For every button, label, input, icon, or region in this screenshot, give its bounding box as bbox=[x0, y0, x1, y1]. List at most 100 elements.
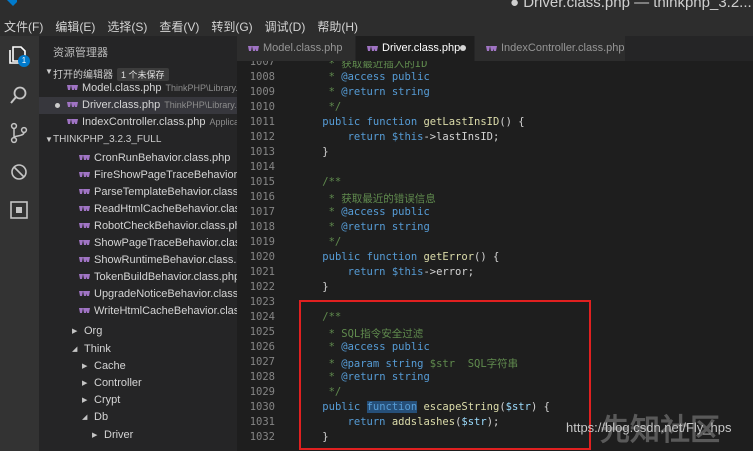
tree-file[interactable]: FireShowPageTraceBehavior.c... bbox=[39, 167, 237, 184]
line-code[interactable]: public function getError() { bbox=[297, 251, 499, 263]
menu-view[interactable]: 查看(V) bbox=[159, 18, 199, 35]
source-control-icon[interactable] bbox=[8, 122, 30, 144]
chevron-down-icon: ▼ bbox=[45, 135, 53, 144]
tree-folder-name: Org bbox=[84, 325, 103, 337]
line-code[interactable]: * @access public bbox=[297, 71, 430, 83]
code-line[interactable]: 1009 * @return string bbox=[237, 85, 753, 100]
extensions-icon[interactable] bbox=[8, 199, 30, 221]
php-file-icon bbox=[79, 240, 90, 245]
line-code[interactable]: return $this->lastInsID; bbox=[297, 131, 500, 143]
php-file-icon bbox=[79, 223, 90, 228]
line-number: 1012 bbox=[249, 131, 275, 143]
line-number: 1025 bbox=[249, 326, 275, 338]
line-code[interactable]: * @return string bbox=[297, 221, 430, 233]
line-code[interactable]: * @return string bbox=[297, 86, 430, 98]
open-editor-item[interactable]: IndexController.class.phpApplica... bbox=[39, 114, 237, 131]
line-number: 1031 bbox=[249, 416, 275, 428]
code-line[interactable]: 1016 * 获取最近的错误信息 bbox=[237, 190, 753, 205]
code-line[interactable]: 1008 * @access public bbox=[237, 70, 753, 85]
tree-folder-controller[interactable]: ▶ Controller bbox=[39, 375, 237, 392]
code-line[interactable]: 1015 /** bbox=[237, 175, 753, 190]
php-file-icon bbox=[67, 119, 78, 124]
tree-folder-name: Crypt bbox=[94, 394, 121, 406]
tree-folder-org[interactable]: ▶ Org bbox=[39, 323, 237, 340]
menu-edit[interactable]: 编辑(E) bbox=[55, 18, 95, 35]
debug-icon[interactable] bbox=[8, 161, 30, 183]
open-editor-item[interactable]: Driver.class.php ThinkPHP\Library... bbox=[39, 97, 237, 114]
open-editor-name: Driver.class.php bbox=[82, 99, 161, 111]
chevron-right-icon: ▶ bbox=[92, 432, 98, 439]
php-file-icon bbox=[79, 189, 90, 194]
tab-model[interactable]: Model.class.php bbox=[237, 36, 355, 61]
editor-tab-bar: Model.class.php Driver.class.php IndexCo… bbox=[237, 36, 753, 61]
line-code[interactable]: * 获取最近的错误信息 bbox=[297, 191, 436, 206]
line-number: 1027 bbox=[249, 356, 275, 368]
tree-file[interactable]: ParseTemplateBehavior.class.p... bbox=[39, 184, 237, 201]
tree-folder-name: Driver bbox=[104, 429, 134, 441]
code-line[interactable]: 1018 * @return string bbox=[237, 220, 753, 235]
code-line[interactable]: 1017 * @access public bbox=[237, 205, 753, 220]
php-file-icon bbox=[79, 274, 90, 279]
tree-folder-cache[interactable]: ▶ Cache bbox=[39, 358, 237, 375]
code-line[interactable]: 1010 */ bbox=[237, 100, 753, 115]
code-line[interactable]: 1020 public function getError() { bbox=[237, 250, 753, 265]
code-line[interactable]: 1014 bbox=[237, 160, 753, 175]
line-code[interactable]: * @access public bbox=[297, 206, 430, 218]
tree-folder-crypt[interactable]: ▶ Crypt bbox=[39, 392, 237, 409]
line-code[interactable]: */ bbox=[297, 236, 342, 248]
menu-file[interactable]: 文件(F) bbox=[4, 18, 43, 35]
code-line[interactable]: 1013 } bbox=[237, 145, 753, 160]
search-icon[interactable] bbox=[8, 84, 30, 106]
tab-indexcontroller[interactable]: IndexController.class.php bbox=[475, 36, 625, 61]
line-code[interactable]: } bbox=[297, 146, 328, 158]
project-label: THINKPHP_3.2.3_FULL bbox=[53, 134, 162, 145]
project-header[interactable]: ▼ THINKPHP_3.2.3_FULL bbox=[39, 132, 237, 148]
menu-help[interactable]: 帮助(H) bbox=[317, 18, 358, 35]
code-line[interactable]: 1012 return $this->lastInsID; bbox=[237, 130, 753, 145]
menu-selection[interactable]: 选择(S) bbox=[107, 18, 147, 35]
code-line[interactable]: 1007 * 获取最近插入的ID bbox=[237, 61, 753, 70]
menu-debug[interactable]: 调试(D) bbox=[265, 18, 306, 35]
open-editor-path: ThinkPHP\Library... bbox=[165, 83, 238, 93]
line-code[interactable]: public function getLastInsID() { bbox=[297, 116, 524, 128]
tree-file[interactable]: CronRunBehavior.class.php bbox=[39, 150, 237, 167]
tree-folder-driver[interactable]: ▶ Driver bbox=[39, 427, 237, 444]
php-file-icon bbox=[486, 46, 497, 51]
tab-driver[interactable]: Driver.class.php bbox=[356, 36, 474, 61]
line-number: 1026 bbox=[249, 341, 275, 353]
chevron-right-icon: ▶ bbox=[82, 363, 88, 370]
unsaved-dot-icon[interactable] bbox=[460, 45, 466, 51]
code-line[interactable]: 1019 */ bbox=[237, 235, 753, 250]
line-number: 1024 bbox=[249, 311, 275, 323]
tree-folder-db[interactable]: ◢ Db bbox=[39, 409, 237, 426]
tree-file[interactable]: UpgradeNoticeBehavior.class.... bbox=[39, 286, 237, 303]
open-editors-header[interactable]: ▼ 打开的编辑器 1 个未保存 bbox=[39, 64, 237, 81]
line-number: 1019 bbox=[249, 236, 275, 248]
chevron-down-icon: ◢ bbox=[72, 346, 78, 353]
highlight-box bbox=[299, 300, 591, 450]
tree-folder-think[interactable]: ◢ Think bbox=[39, 341, 237, 358]
line-number: 1016 bbox=[249, 191, 275, 203]
line-number: 1030 bbox=[249, 401, 275, 413]
tree-file[interactable]: WriteHtmlCacheBehavior.class... bbox=[39, 303, 237, 320]
line-code[interactable]: } bbox=[297, 281, 328, 293]
line-code[interactable]: /** bbox=[297, 176, 341, 188]
line-number: 1028 bbox=[249, 371, 275, 383]
line-code[interactable]: return $this->error; bbox=[297, 266, 474, 278]
tree-file[interactable]: ShowPageTraceBehavior.class.... bbox=[39, 235, 237, 252]
open-editor-path: ThinkPHP\Library... bbox=[164, 100, 237, 110]
line-number: 1017 bbox=[249, 206, 275, 218]
tree-file[interactable]: ShowRuntimeBehavior.class.p... bbox=[39, 252, 237, 269]
chevron-right-icon: ▶ bbox=[72, 328, 78, 335]
code-line[interactable]: 1021 return $this->error; bbox=[237, 265, 753, 280]
code-line[interactable]: 1011 public function getLastInsID() { bbox=[237, 115, 753, 130]
tree-file[interactable]: ReadHtmlCacheBehavior.class... bbox=[39, 201, 237, 218]
line-code[interactable]: */ bbox=[297, 101, 342, 113]
tree-file-name: UpgradeNoticeBehavior.class.... bbox=[94, 288, 237, 300]
tree-file[interactable]: TokenBuildBehavior.class.php bbox=[39, 269, 237, 286]
tree-file[interactable]: RobotCheckBehavior.class.php bbox=[39, 218, 237, 235]
tree-file-name: WriteHtmlCacheBehavior.class... bbox=[94, 305, 237, 317]
open-editor-item[interactable]: Model.class.php ThinkPHP\Library... bbox=[39, 80, 237, 97]
menu-goto[interactable]: 转到(G) bbox=[211, 18, 252, 35]
code-line[interactable]: 1022 } bbox=[237, 280, 753, 295]
